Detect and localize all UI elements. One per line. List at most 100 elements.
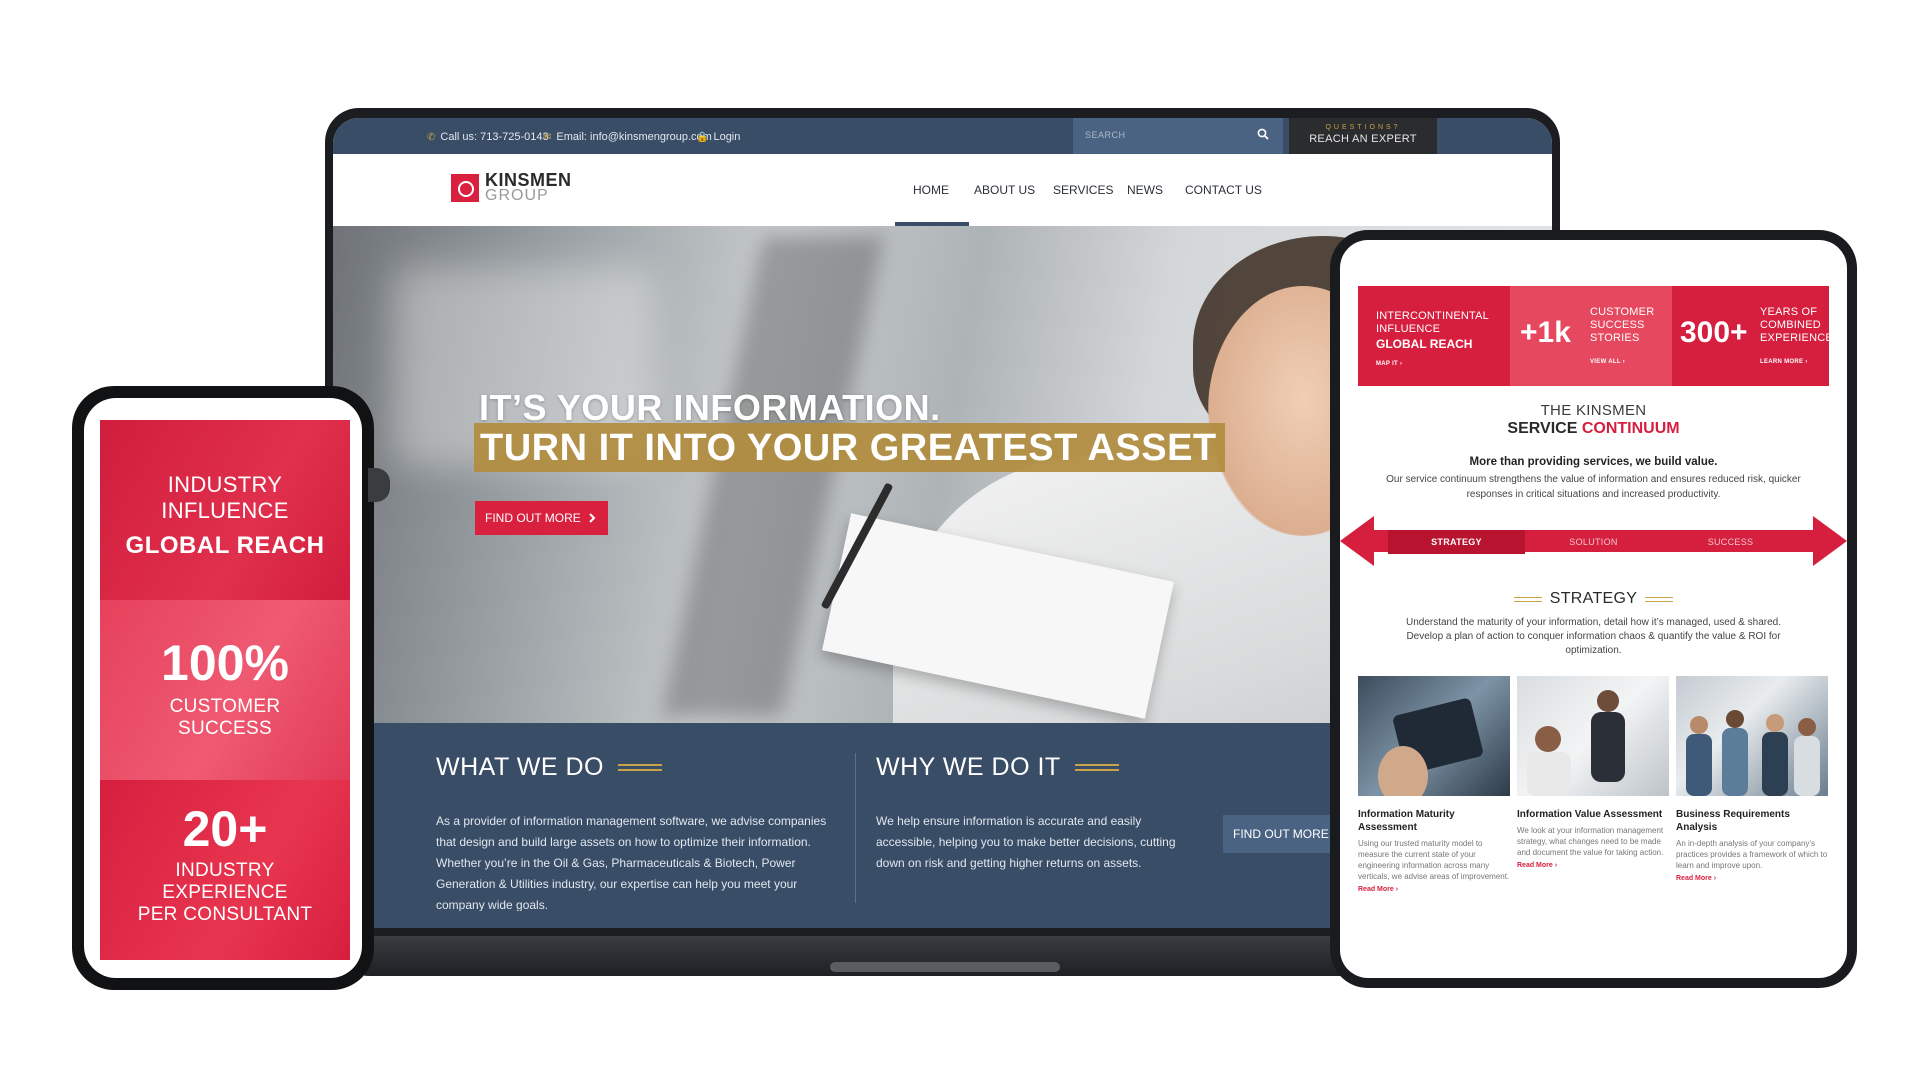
tablet-screen: INTERCONTINENTAL INFLUENCE GLOBAL REACH … xyxy=(1340,240,1847,978)
phone-panel1-bold: GLOBAL REACH xyxy=(125,532,325,559)
tab-success[interactable]: SUCCESS xyxy=(1662,530,1799,554)
stat2-line3: STORIES xyxy=(1590,332,1640,344)
login-text: Login xyxy=(713,131,741,143)
card2-read-more-text: Read More xyxy=(1517,862,1553,869)
phone-device: INDUSTRY INFLUENCE GLOBAL REACH 100% CUS… xyxy=(72,386,374,990)
strategy-title: STRATEGY xyxy=(1549,590,1638,607)
stat2-link[interactable]: VIEW ALL › xyxy=(1590,359,1625,365)
hero-cta-label: FIND OUT MORE xyxy=(485,511,581,525)
phone-panel-customer-success: 100% CUSTOMER SUCCESS xyxy=(100,600,350,780)
nav-home[interactable]: HOME xyxy=(913,183,949,197)
phone-panel2-line2: SUCCESS xyxy=(178,718,272,739)
phone-panel3-line2: EXPERIENCE xyxy=(162,882,288,903)
card2-read-more[interactable]: Read More › xyxy=(1517,862,1669,869)
phone-side-button xyxy=(368,468,390,502)
continuum-heading-bold: SERVICE xyxy=(1507,420,1578,437)
why-we-do-it-title: WHY WE DO IT xyxy=(876,753,1061,781)
nav-contact-us[interactable]: CONTACT US xyxy=(1185,183,1262,197)
stat3-line1: YEARS OF xyxy=(1760,306,1818,318)
continuum-paragraph: Our service continuum strengthens the va… xyxy=(1386,474,1801,500)
card-image-team xyxy=(1676,676,1828,796)
card3-read-more[interactable]: Read More › xyxy=(1676,875,1828,882)
card3-read-more-text: Read More xyxy=(1676,875,1712,882)
nav-news[interactable]: NEWS xyxy=(1127,183,1163,197)
gold-divider-icon xyxy=(1645,596,1674,602)
lock-icon: 🔒 xyxy=(696,131,709,143)
card2-title: Information Value Assessment xyxy=(1517,809,1663,820)
reach-expert-button[interactable]: QUESTIONS? REACH AN EXPERT xyxy=(1289,118,1437,154)
stat3-line3: EXPERIENCE xyxy=(1760,332,1833,344)
device-mockup-stage: ✆ Call us: 713-725-0143 ✉ Email: info@ki… xyxy=(0,0,1920,1080)
card1-title: Information Maturity Assessment xyxy=(1358,809,1455,833)
email-contact[interactable]: ✉ Email: info@kinsmengroup.com xyxy=(543,131,712,143)
nav-services[interactable]: SERVICES xyxy=(1053,183,1113,197)
stat2-link-text: VIEW ALL xyxy=(1590,359,1621,365)
stat3-number: 300+ xyxy=(1680,316,1748,349)
phone-panel3-line1: INDUSTRY xyxy=(175,860,275,881)
stat1-link-text: MAP IT xyxy=(1376,361,1399,367)
column-divider xyxy=(855,753,856,903)
logo-line2: GROUP xyxy=(485,187,549,204)
card1-body: Using our trusted maturity model to meas… xyxy=(1358,839,1510,881)
stat3-line2: COMBINED xyxy=(1760,319,1821,331)
email-text: Email: info@kinsmengroup.com xyxy=(556,131,712,143)
search-placeholder: SEARCH xyxy=(1085,130,1126,140)
gold-divider-icon xyxy=(1074,764,1119,771)
why-we-do-it-body: We help ensure information is accurate a… xyxy=(876,814,1176,870)
gold-divider-icon xyxy=(617,764,662,771)
search-input[interactable]: SEARCH xyxy=(1073,118,1283,154)
chevron-right-icon xyxy=(589,513,596,523)
utility-bar: ✆ Call us: 713-725-0143 ✉ Email: info@ki… xyxy=(333,118,1552,154)
gold-divider-icon xyxy=(1513,596,1542,602)
stat3-link[interactable]: LEARN MORE › xyxy=(1760,359,1808,365)
continuum-heading: SERVICE CONTINUUM xyxy=(1340,420,1847,438)
card2-body: We look at your information management s… xyxy=(1517,826,1664,857)
tab-solution[interactable]: SOLUTION xyxy=(1525,530,1662,554)
tab-strategy[interactable]: STRATEGY xyxy=(1388,530,1525,554)
kinsmen-logo[interactable]: KINSMEN GROUP xyxy=(451,171,572,204)
continuum-heading-light: THE KINSMEN xyxy=(1540,402,1647,419)
hero-find-out-more-button[interactable]: FIND OUT MORE xyxy=(475,501,608,535)
what-we-do-body: As a provider of information management … xyxy=(436,814,827,911)
phone-panel3-line3: PER CONSULTANT xyxy=(137,904,313,925)
tablet-device: INTERCONTINENTAL INFLUENCE GLOBAL REACH … xyxy=(1330,230,1857,988)
strategy-heading: STRATEGY xyxy=(1340,590,1847,608)
expert-kicker: QUESTIONS? xyxy=(1325,124,1401,131)
what-we-do-heading: WHAT WE DO xyxy=(436,753,662,782)
laptop-hinge xyxy=(830,962,1060,972)
phone-panel-experience: 20+ INDUSTRY EXPERIENCE PER CONSULTANT xyxy=(100,780,350,960)
hero-subheadline: TURN IT INTO YOUR GREATEST ASSET xyxy=(480,427,1217,469)
stat2-line2: SUCCESS xyxy=(1590,319,1645,331)
search-icon[interactable] xyxy=(1257,128,1269,140)
card3-title: Business Requirements Analysis xyxy=(1676,809,1790,833)
card-image-meeting xyxy=(1517,676,1669,796)
card-information-maturity[interactable]: Information Maturity Assessment Using ou… xyxy=(1358,676,1510,893)
nav-about-us[interactable]: ABOUT US xyxy=(974,183,1035,197)
expert-label: REACH AN EXPERT xyxy=(1309,133,1417,145)
stat-customer-stories: +1k CUSTOMER SUCCESS STORIES VIEW ALL › xyxy=(1510,286,1672,386)
card-information-value[interactable]: Information Value Assessment We look at … xyxy=(1517,676,1669,869)
stat-global-reach: INTERCONTINENTAL INFLUENCE GLOBAL REACH … xyxy=(1358,286,1510,386)
stat1-line1: INTERCONTINENTAL xyxy=(1376,310,1490,322)
phone-panel3-number: 20+ xyxy=(182,801,268,857)
stat3-link-text: LEARN MORE xyxy=(1760,359,1804,365)
card-business-requirements[interactable]: Business Requirements Analysis An in-dep… xyxy=(1676,676,1828,882)
phone-icon: ✆ xyxy=(427,131,436,143)
stat-years-experience: 300+ YEARS OF COMBINED EXPERIENCE LEARN … xyxy=(1672,286,1833,386)
stat2-line1: CUSTOMER xyxy=(1590,306,1655,318)
phone-panel-global-reach: INDUSTRY INFLUENCE GLOBAL REACH xyxy=(100,420,350,600)
continuum-lead: More than providing services, we build v… xyxy=(1469,456,1718,468)
main-nav: KINSMEN GROUP HOME ABOUT US SERVICES NEW… xyxy=(333,154,1552,226)
phone-text: Call us: 713-725-0143 xyxy=(440,131,549,143)
phone-panel1-line1: INDUSTRY xyxy=(167,472,283,497)
card3-body: An in-depth analysis of your company’s p… xyxy=(1676,839,1828,870)
card1-read-more[interactable]: Read More › xyxy=(1358,886,1510,893)
phone-contact[interactable]: ✆ Call us: 713-725-0143 xyxy=(427,131,549,143)
logo-mark-icon xyxy=(451,173,479,202)
phone-panel2-number: 100% xyxy=(161,635,289,691)
login-link[interactable]: 🔒 Login xyxy=(696,131,740,143)
stat2-number: +1k xyxy=(1520,316,1571,349)
stat1-link[interactable]: MAP IT › xyxy=(1376,361,1402,367)
what-we-do-title: WHAT WE DO xyxy=(436,753,604,781)
phone-panel2-line1: CUSTOMER xyxy=(169,696,281,717)
